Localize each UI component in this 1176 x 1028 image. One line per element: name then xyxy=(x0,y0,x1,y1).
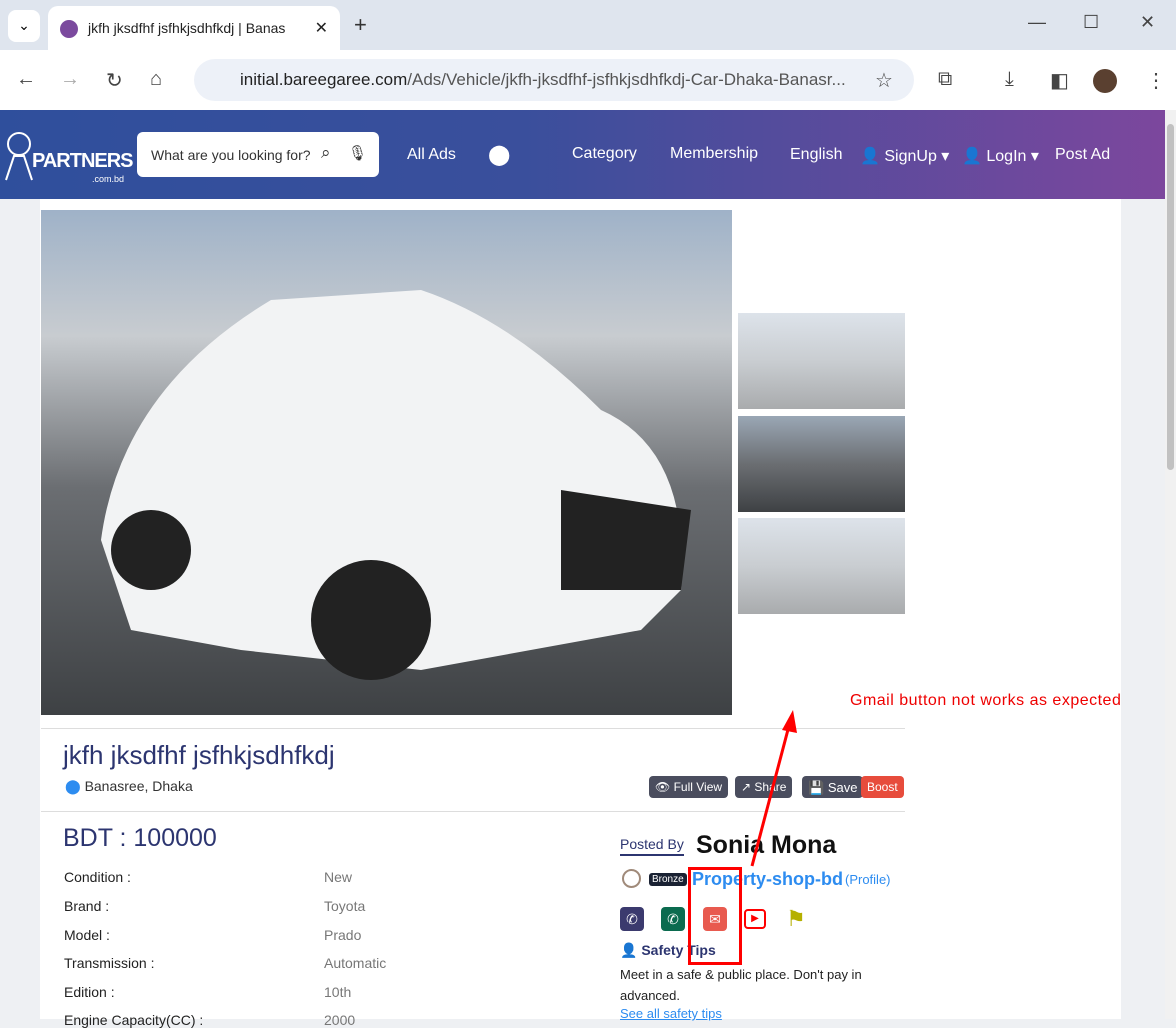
close-tab-icon[interactable]: ✕ xyxy=(315,18,328,38)
side-panel-icon[interactable]: ◧ xyxy=(1050,68,1069,93)
report-flag-icon[interactable]: ⚑ xyxy=(784,907,808,931)
ad-detail: jkfh jksdfhf jsfhkjsdhfkdj ⬤ Banasree, D… xyxy=(40,199,1121,1028)
menu-icon[interactable]: ⋮ xyxy=(1146,68,1166,93)
share-button[interactable]: ↗ Share xyxy=(735,776,793,798)
whatsapp-icon[interactable]: ✆ xyxy=(661,907,685,931)
divider xyxy=(41,728,905,729)
download-icon[interactable]: ⤓ xyxy=(1005,68,1014,91)
profile-link[interactable]: (Profile) xyxy=(845,872,891,887)
spec-value: Automatic xyxy=(324,955,387,971)
minimize-button[interactable]: — xyxy=(1028,12,1046,33)
spec-label: Transmission : xyxy=(64,955,155,971)
scrollbar-thumb[interactable] xyxy=(1167,124,1174,470)
membership-badge: Bronze xyxy=(649,873,687,886)
tab-search-button[interactable]: ⌄ xyxy=(8,10,40,42)
microphone-icon[interactable]: 🎙 xyxy=(348,144,367,162)
search-input[interactable]: What are you looking for? ⌕ 🎙 xyxy=(137,132,379,177)
seller-name: Sonia Mona xyxy=(696,831,837,859)
spec-value: 10th xyxy=(324,984,352,1000)
browser-tab[interactable]: jkfh jksdfhf jsfhkjsdhfkdj | Banas ✕ xyxy=(48,6,340,50)
membership-badge-icon xyxy=(622,869,641,888)
reload-button[interactable]: ↻ xyxy=(106,68,123,93)
safety-text: Meet in a safe & public place. Don't pay… xyxy=(620,967,862,1003)
signup-label: SignUp xyxy=(884,148,937,165)
spec-label: Model : xyxy=(64,927,110,943)
divider xyxy=(41,811,905,812)
logo[interactable]: PARTNERS .com.bd xyxy=(4,126,134,187)
spec-value: Toyota xyxy=(324,898,366,914)
browser-tab-bar: ⌄ jkfh jksdfhf jsfhkjsdhfkdj | Banas ✕ + … xyxy=(0,0,1176,50)
boost-button[interactable]: Boost xyxy=(861,776,904,798)
full-view-label: Full View xyxy=(673,780,723,794)
thumbnail-3[interactable] xyxy=(738,518,905,614)
nav-post-ad[interactable]: Post Ad xyxy=(1055,146,1110,164)
spec-label: Engine Capacity(CC) : xyxy=(64,1012,204,1028)
nav-login[interactable]: 👤 LogIn ▾ xyxy=(962,146,1039,166)
nav-signup[interactable]: 👤 SignUp ▾ xyxy=(860,146,949,166)
favicon-icon xyxy=(60,20,78,38)
new-tab-button[interactable]: + xyxy=(354,12,367,38)
spec-value: Prado xyxy=(324,927,362,943)
home-button[interactable]: ⌂ xyxy=(150,68,162,91)
save-label: Save xyxy=(827,780,858,795)
phone-icon[interactable]: ✆ xyxy=(620,907,644,931)
search-placeholder: What are you looking for? xyxy=(151,147,311,163)
url-input[interactable]: initial.bareegaree.com/Ads/Vehicle/jkfh-… xyxy=(194,59,914,101)
price: BDT : 100000 xyxy=(63,824,217,852)
thumbnail-1[interactable] xyxy=(738,313,905,409)
site-header: PARTNERS .com.bd What are you looking fo… xyxy=(0,110,1165,199)
url-host: initial.bareegaree.com xyxy=(240,70,408,89)
bookmark-star-icon[interactable]: ☆ xyxy=(875,68,893,93)
location-text: Banasree, Dhaka xyxy=(84,778,193,794)
profile-avatar[interactable] xyxy=(1093,69,1117,93)
full-view-button[interactable]: 👁 Full View xyxy=(649,776,729,798)
tab-title: jkfh jksdfhf jsfhkjsdhfkdj | Banas xyxy=(88,20,286,36)
annotation-highlight-box xyxy=(688,867,742,965)
posted-by-label: Posted By xyxy=(620,836,684,856)
handshake-logo-icon xyxy=(5,132,33,181)
extensions-icon[interactable]: ⧉ xyxy=(938,68,952,91)
spec-label: Brand : xyxy=(64,898,110,914)
search-icon[interactable]: ⌕ xyxy=(321,143,331,163)
address-bar-row: ← → ↻ ⌂ initial.bareegaree.com/Ads/Vehic… xyxy=(0,50,1176,110)
nav-membership[interactable]: Membership xyxy=(670,145,758,163)
nav-all-ads[interactable]: All Ads xyxy=(407,146,456,164)
logo-name: PARTNERS xyxy=(32,150,134,172)
annotation-text: Gmail button not works as expected xyxy=(850,692,1122,709)
forward-button[interactable]: → xyxy=(60,68,80,91)
ad-location: ⬤ Banasree, Dhaka xyxy=(65,778,193,795)
spec-label: Edition : xyxy=(64,984,115,1000)
spec-value: 2000 xyxy=(324,1012,356,1028)
url-path: /Ads/Vehicle/jkfh-jksdfhf-jsfhkjsdhfkdj-… xyxy=(407,70,846,89)
spec-value: New xyxy=(324,869,353,885)
spec-label: Condition : xyxy=(64,869,131,885)
back-button[interactable]: ← xyxy=(16,68,36,91)
car-photo xyxy=(101,290,691,680)
nav-category[interactable]: Category xyxy=(572,145,637,163)
logo-sub: .com.bd xyxy=(92,174,125,184)
scrollbar[interactable] xyxy=(1165,110,1176,1019)
maximize-button[interactable]: ☐ xyxy=(1083,12,1099,33)
login-label: LogIn xyxy=(986,148,1027,165)
ad-title: jkfh jksdfhf jsfhkjsdhfkdj xyxy=(63,740,335,770)
close-window-button[interactable]: ✕ xyxy=(1140,12,1155,33)
thumbnail-2[interactable] xyxy=(738,416,905,512)
share-label: Share xyxy=(754,780,787,794)
save-button[interactable]: 💾 Save xyxy=(802,776,864,798)
location-pin-icon: ⬤ xyxy=(65,778,81,794)
nav-language[interactable]: English xyxy=(790,146,842,164)
location-pin-icon[interactable]: ⬤ xyxy=(488,142,510,167)
youtube-icon[interactable]: ▶ xyxy=(744,909,766,929)
main-car-image[interactable] xyxy=(41,210,732,715)
